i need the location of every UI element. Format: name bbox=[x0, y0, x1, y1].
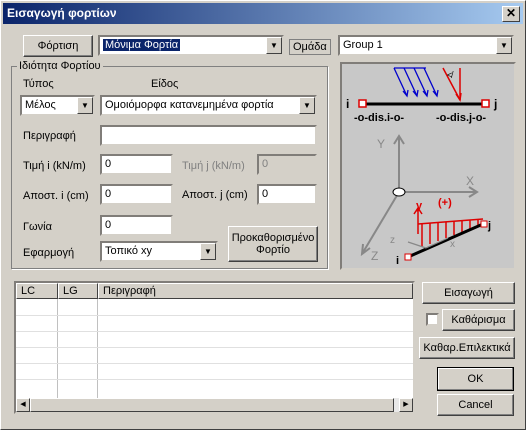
load-diagram-svg: ≮ i j -o-dis.i-o- -o-dis.j-o- Y X Z y (+… bbox=[346, 67, 497, 267]
loading-combo[interactable]: Μόνιμα Φορτία ▼ bbox=[98, 35, 284, 56]
origin-icon bbox=[392, 187, 406, 197]
chevron-down-icon[interactable]: ▼ bbox=[200, 243, 216, 260]
local-node-j-icon bbox=[480, 220, 488, 228]
window-title: Εισαγωγή φορτίων bbox=[7, 6, 117, 20]
description-label: Περιγραφή bbox=[23, 130, 76, 142]
insert-button[interactable]: Εισαγωγή bbox=[422, 282, 515, 304]
angle-label: Γωνία bbox=[23, 221, 52, 233]
value-i-label: Τιμή i (kN/m) bbox=[23, 160, 86, 172]
local-j-label: j bbox=[487, 220, 491, 232]
dis-i-label: -o-dis.i-o- bbox=[354, 112, 404, 124]
value-j-text: 0 bbox=[262, 158, 269, 170]
distance-i-label: Αποστ. i (cm) bbox=[23, 190, 89, 202]
cancel-button[interactable]: Cancel bbox=[437, 394, 514, 416]
column-header-lg[interactable]: LG bbox=[58, 283, 98, 299]
scroll-thumb[interactable] bbox=[30, 398, 394, 412]
distributed-load-arrows-icon bbox=[393, 67, 439, 98]
loads-table[interactable]: LC LG Περιγραφή ◀ ▶ bbox=[14, 281, 415, 414]
angle-input[interactable]: 0 bbox=[100, 215, 173, 236]
chevron-down-icon[interactable]: ▼ bbox=[496, 37, 512, 54]
distance-j-label: Αποστ. j (cm) bbox=[182, 189, 248, 201]
apply-value: Τοπικό xy bbox=[105, 245, 153, 257]
diagram-i-label: i bbox=[346, 97, 349, 111]
horizontal-scrollbar[interactable]: ◀ ▶ bbox=[16, 398, 413, 412]
axis-Z-label: Z bbox=[371, 249, 378, 263]
kind-value: Ομοιόμορφα κατανεμημένα φορτία bbox=[105, 99, 274, 111]
type-value: Μέλος bbox=[25, 99, 56, 111]
group-label: Ομάδα bbox=[289, 39, 331, 55]
chevron-down-icon[interactable]: ▼ bbox=[77, 97, 93, 114]
predefined-load-button[interactable]: Προκαθορισμένο Φορτίο bbox=[228, 226, 318, 262]
axis-X-label: X bbox=[466, 174, 474, 188]
group-title: Ιδιότητα Φορτίου bbox=[17, 60, 103, 72]
type-label: Τύπος bbox=[23, 78, 54, 90]
row-divider bbox=[16, 315, 413, 316]
local-z-label: z bbox=[390, 235, 395, 246]
row-divider bbox=[16, 347, 413, 348]
group-combo[interactable]: Group 1 ▼ bbox=[338, 35, 514, 56]
chevron-down-icon[interactable]: ▼ bbox=[299, 97, 315, 114]
column-header-description[interactable]: Περιγραφή bbox=[98, 283, 413, 299]
loading-button[interactable]: Φόρτιση bbox=[23, 35, 93, 57]
column-divider bbox=[97, 299, 98, 398]
kind-combo[interactable]: Ομοιόμορφα κατανεμημένα φορτία ▼ bbox=[100, 95, 317, 116]
clear-button[interactable]: Καθάρισμα bbox=[442, 309, 515, 331]
angle-symbol-icon: ≮ bbox=[447, 70, 454, 80]
value-i-input[interactable]: 0 bbox=[100, 154, 173, 175]
scroll-right-icon[interactable]: ▶ bbox=[399, 398, 413, 412]
load-diagram: ≮ i j -o-dis.i-o- -o-dis.j-o- Y X Z y (+… bbox=[340, 62, 516, 270]
row-divider bbox=[16, 379, 413, 380]
type-combo[interactable]: Μέλος ▼ bbox=[20, 95, 95, 116]
clear-selected-button[interactable]: Καθαρ.Επιλεκτικά bbox=[419, 337, 515, 359]
global-axes-icon bbox=[360, 134, 479, 257]
kind-label: Είδος bbox=[151, 78, 179, 90]
distance-i-input[interactable]: 0 bbox=[100, 184, 173, 205]
load-input-dialog: Εισαγωγή φορτίων ✕ Φόρτιση Μόνιμα Φορτία… bbox=[0, 0, 526, 430]
dis-j-label: -o-dis.j-o- bbox=[436, 112, 486, 124]
positive-sign-label: (+) bbox=[438, 197, 452, 209]
axis-Y-label: Y bbox=[377, 137, 385, 151]
local-i-label: i bbox=[396, 255, 399, 267]
value-j-input: 0 bbox=[257, 154, 317, 175]
description-input[interactable] bbox=[100, 125, 317, 146]
close-button[interactable]: ✕ bbox=[502, 6, 520, 22]
node-j-icon bbox=[481, 99, 490, 108]
row-divider bbox=[16, 331, 413, 332]
node-i-icon bbox=[358, 99, 367, 108]
title-bar[interactable]: Εισαγωγή φορτίων ✕ bbox=[3, 3, 523, 24]
local-y-label: y bbox=[416, 200, 423, 212]
chevron-down-icon[interactable]: ▼ bbox=[266, 37, 282, 54]
scroll-left-icon[interactable]: ◀ bbox=[16, 398, 30, 412]
ok-button[interactable]: OK bbox=[437, 367, 514, 391]
group-value: Group 1 bbox=[343, 39, 383, 51]
loading-value: Μόνιμα Φορτία bbox=[103, 39, 181, 51]
row-divider bbox=[16, 363, 413, 364]
local-node-i-icon bbox=[404, 253, 412, 261]
local-x-label: x bbox=[450, 239, 455, 250]
column-header-lc[interactable]: LC bbox=[16, 283, 58, 299]
distance-j-input[interactable]: 0 bbox=[257, 184, 317, 205]
value-j-label: Τιμή j (kN/m) bbox=[182, 160, 245, 172]
clear-checkbox[interactable] bbox=[426, 313, 439, 326]
diagram-j-label: j bbox=[493, 97, 497, 111]
apply-combo[interactable]: Τοπικό xy ▼ bbox=[100, 241, 218, 262]
apply-label: Εφαρμογή bbox=[23, 247, 75, 259]
column-divider bbox=[57, 299, 58, 398]
